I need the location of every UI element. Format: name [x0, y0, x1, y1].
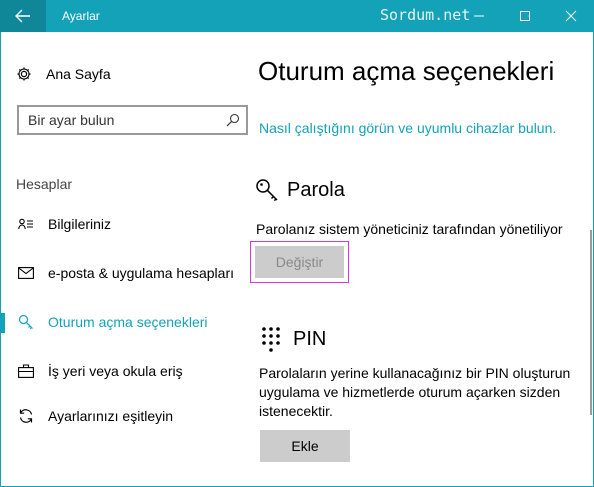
nav-home-label: Ana Sayfa: [46, 66, 111, 82]
add-pin-button[interactable]: Ekle: [260, 430, 350, 462]
window-title: Ayarlar: [62, 9, 100, 23]
learn-more-link[interactable]: Nasıl çalıştığını görün ve uyumlu cihazl…: [259, 120, 556, 136]
keypad-icon: [262, 327, 280, 352]
sync-icon: [17, 408, 35, 424]
sidebar-item-label: Ayarlarınızı eşitleyin: [48, 408, 174, 424]
pin-heading-text: PIN: [293, 327, 327, 350]
sidebar-item-sync-settings[interactable]: Ayarlarınızı eşitleyin: [0, 399, 250, 433]
gear-icon: [17, 67, 31, 81]
maximize-button[interactable]: [502, 0, 548, 32]
minimize-icon: [474, 15, 484, 17]
close-icon: [565, 10, 577, 22]
sidebar-item-sign-in-options[interactable]: Oturum açma seçenekleri: [0, 305, 250, 339]
sidebar-item-work-access[interactable]: İş yeri veya okula eriş: [0, 354, 250, 388]
active-indicator: [0, 313, 5, 333]
password-heading-text: Parola: [287, 178, 345, 201]
scrollbar[interactable]: [590, 230, 592, 415]
pin-description: Parolaların yerine kullanacağınız bir PI…: [259, 364, 570, 421]
nav-home[interactable]: Ana Sayfa: [16, 62, 111, 86]
sidebar-item-your-info[interactable]: Bilgileriniz: [0, 207, 250, 241]
pin-description-line: Parolaların yerine kullanacağınız bir PI…: [259, 365, 571, 381]
maximize-icon: [520, 11, 530, 21]
pin-description-line: istenecektir.: [259, 403, 333, 419]
sidebar-item-label: İş yeri veya okula eriş: [48, 363, 183, 379]
search-input[interactable]: [28, 107, 218, 133]
password-heading: Parola: [255, 178, 345, 202]
password-description: Parolanız sistem yöneticiniz tarafından …: [256, 221, 563, 237]
mail-icon: [17, 265, 35, 281]
key-icon: [256, 179, 278, 202]
title-bar: Ayarlar Sordum.net: [0, 0, 594, 32]
pin-description-line: uygulama ve hizmetlerde oturum açarken s…: [259, 384, 561, 400]
sidebar-item-label: e-posta & uygulama hesapları: [48, 265, 234, 281]
section-title-accounts: Hesaplar: [16, 176, 73, 192]
sidebar-item-label: Oturum açma seçenekleri: [48, 314, 208, 330]
pin-heading: PIN: [261, 326, 326, 352]
close-button[interactable]: [548, 0, 594, 32]
key-icon: [17, 314, 35, 330]
search-box[interactable]: [17, 105, 248, 135]
search-icon[interactable]: [226, 113, 240, 132]
briefcase-icon: [17, 363, 35, 379]
change-password-button[interactable]: Değiştir: [255, 246, 344, 278]
minimize-button[interactable]: [456, 0, 502, 32]
person-card-icon: [17, 216, 35, 232]
sidebar-item-email-accounts[interactable]: e-posta & uygulama hesapları: [0, 256, 250, 290]
arrow-left-icon: [15, 9, 30, 23]
back-button[interactable]: [0, 0, 46, 32]
page-title: Oturum açma seçenekleri: [258, 56, 555, 86]
sidebar-item-label: Bilgileriniz: [48, 216, 112, 232]
